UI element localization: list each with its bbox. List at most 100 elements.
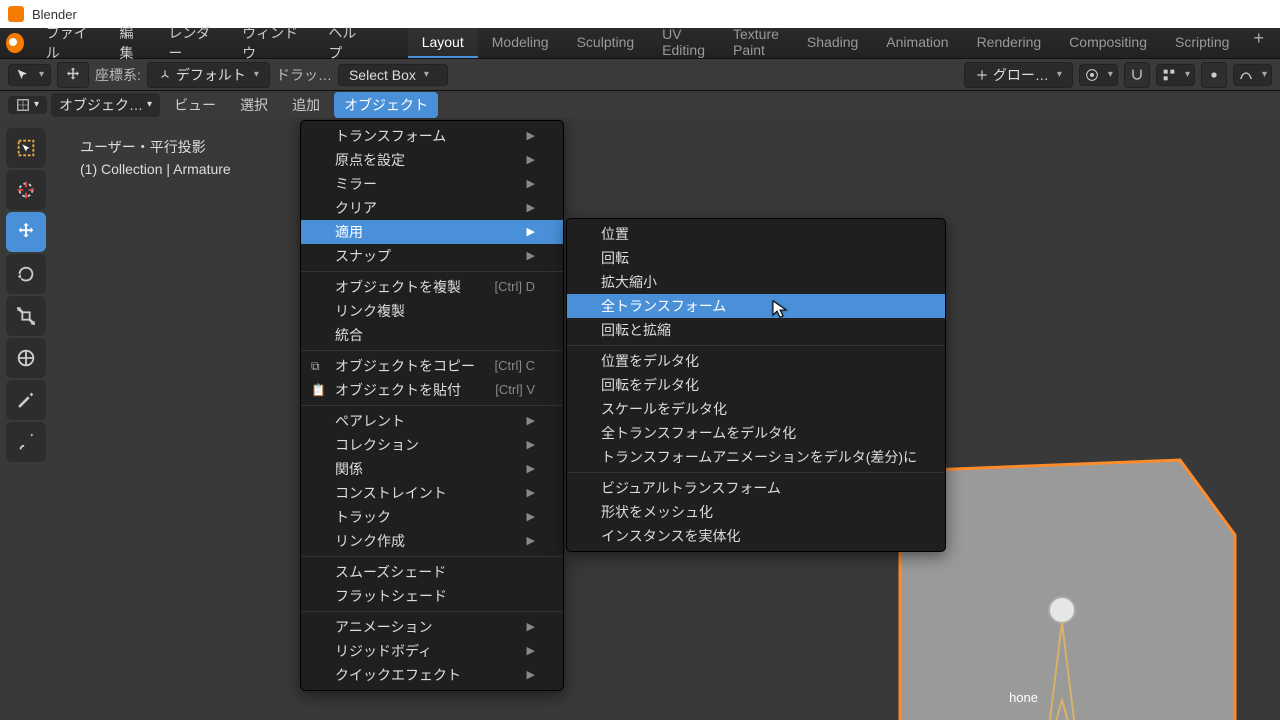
proportional-toggle[interactable] bbox=[1201, 62, 1227, 88]
tab-texture-paint[interactable]: Texture Paint bbox=[719, 28, 793, 58]
tab-animation[interactable]: Animation bbox=[872, 28, 962, 58]
menu-link-duplicate[interactable]: リンク複製 bbox=[301, 299, 563, 323]
menu-help[interactable]: ヘルプ bbox=[316, 28, 377, 58]
apply-anim-delta[interactable]: トランスフォームアニメーションをデルタ(差分)に bbox=[567, 445, 945, 469]
move-tool-icon[interactable] bbox=[57, 62, 89, 88]
menu-collection[interactable]: コレクション▶ bbox=[301, 433, 563, 457]
apply-all-transforms[interactable]: 全トランスフォーム bbox=[567, 294, 945, 318]
menu-quick-effects[interactable]: クイックエフェクト▶ bbox=[301, 663, 563, 687]
tool-transform[interactable] bbox=[6, 338, 46, 378]
tab-rendering[interactable]: Rendering bbox=[963, 28, 1056, 58]
menu-snap[interactable]: スナップ▶ bbox=[301, 244, 563, 268]
menu-track[interactable]: トラック▶ bbox=[301, 505, 563, 529]
menu-relations[interactable]: 関係▶ bbox=[301, 457, 563, 481]
tool-cursor[interactable] bbox=[6, 170, 46, 210]
orientation-dropdown[interactable]: デフォルト bbox=[147, 62, 270, 88]
menu-separator bbox=[301, 350, 563, 351]
pivot-dropdown[interactable] bbox=[1079, 64, 1118, 86]
menu-copy-objects[interactable]: ⧉オブジェクトをコピー[Ctrl] C bbox=[301, 354, 563, 378]
menu-set-origin[interactable]: 原点を設定▶ bbox=[301, 148, 563, 172]
viewport-3d[interactable]: ユーザー・平行投影 (1) Collection | Armature hone… bbox=[0, 118, 1280, 720]
menu-separator bbox=[301, 556, 563, 557]
tab-compositing[interactable]: Compositing bbox=[1055, 28, 1161, 58]
menu-paste-objects[interactable]: 📋オブジェクトを貼付[Ctrl] V bbox=[301, 378, 563, 402]
apply-visual-transform[interactable]: ビジュアルトランスフォーム bbox=[567, 476, 945, 500]
menu-constraint[interactable]: コンストレイント▶ bbox=[301, 481, 563, 505]
cursor-tool-dropdown[interactable] bbox=[8, 64, 51, 86]
header-object[interactable]: オブジェクト bbox=[334, 92, 438, 118]
menu-file[interactable]: ファイル bbox=[34, 28, 108, 58]
viewport-projection: ユーザー・平行投影 bbox=[80, 136, 231, 158]
editor-type-dropdown[interactable] bbox=[8, 96, 47, 114]
menu-shade-smooth[interactable]: スムーズシェード bbox=[301, 560, 563, 584]
tab-sculpting[interactable]: Sculpting bbox=[563, 28, 649, 58]
grid-icon bbox=[16, 98, 30, 112]
menu-separator bbox=[301, 611, 563, 612]
tab-uv-editing[interactable]: UV Editing bbox=[648, 28, 719, 58]
menu-rigid-body[interactable]: リジッドボディ▶ bbox=[301, 639, 563, 663]
orientation-value: デフォルト bbox=[176, 65, 246, 85]
mode-dropdown[interactable]: オブジェク… bbox=[51, 93, 160, 117]
menu-join[interactable]: 統合 bbox=[301, 323, 563, 347]
header-add[interactable]: 追加 bbox=[282, 92, 330, 118]
select-mode-dropdown[interactable]: Select Box bbox=[338, 64, 448, 86]
apply-all-delta[interactable]: 全トランスフォームをデルタ化 bbox=[567, 421, 945, 445]
menu-edit[interactable]: 編集 bbox=[108, 28, 157, 58]
menu-duplicate[interactable]: オブジェクトを複製[Ctrl] D bbox=[301, 275, 563, 299]
apply-rotation[interactable]: 回転 bbox=[567, 246, 945, 270]
main-menu-bar: ファイル 編集 レンダー ウィンドウ ヘルプ Layout Modeling S… bbox=[0, 28, 1280, 58]
pivot-icon bbox=[1084, 67, 1100, 83]
tab-modeling[interactable]: Modeling bbox=[478, 28, 563, 58]
apply-to-mesh[interactable]: 形状をメッシュ化 bbox=[567, 500, 945, 524]
transform-orientation-dropdown[interactable]: グロー… bbox=[964, 62, 1073, 88]
apply-make-instances-real[interactable]: インスタンスを実体化 bbox=[567, 524, 945, 548]
menu-shade-flat[interactable]: フラットシェード bbox=[301, 584, 563, 608]
viewport-collection: (1) Collection | Armature bbox=[80, 158, 231, 180]
blender-logo-icon[interactable] bbox=[6, 33, 24, 53]
apply-rotation-delta[interactable]: 回転をデルタ化 bbox=[567, 373, 945, 397]
copy-icon: ⧉ bbox=[311, 357, 320, 375]
snap-toggle[interactable] bbox=[1124, 62, 1150, 88]
apply-scale[interactable]: 拡大縮小 bbox=[567, 270, 945, 294]
apply-scale-delta[interactable]: スケールをデルタ化 bbox=[567, 397, 945, 421]
menu-mirror[interactable]: ミラー▶ bbox=[301, 172, 563, 196]
snap-grid-icon bbox=[1161, 67, 1177, 83]
menu-separator bbox=[301, 271, 563, 272]
header-view[interactable]: ビュー bbox=[164, 92, 226, 118]
viewport-header: オブジェク… ビュー 選択 追加 オブジェクト bbox=[0, 90, 1280, 118]
apply-location-delta[interactable]: 位置をデルタ化 bbox=[567, 349, 945, 373]
menu-animation[interactable]: アニメーション▶ bbox=[301, 615, 563, 639]
menu-make-link[interactable]: リンク作成▶ bbox=[301, 529, 563, 553]
header-select[interactable]: 選択 bbox=[230, 92, 278, 118]
apply-rotation-scale[interactable]: 回転と拡縮 bbox=[567, 318, 945, 342]
tab-shading[interactable]: Shading bbox=[793, 28, 872, 58]
workspace-tabs: Layout Modeling Sculpting UV Editing Tex… bbox=[408, 28, 1274, 58]
tab-scripting[interactable]: Scripting bbox=[1161, 28, 1243, 58]
menu-apply[interactable]: 適用▶ bbox=[301, 220, 563, 244]
tab-layout[interactable]: Layout bbox=[408, 28, 478, 58]
magnet-icon bbox=[1129, 67, 1145, 83]
object-context-menu: トランスフォーム▶ 原点を設定▶ ミラー▶ クリア▶ 適用▶ スナップ▶ オブジ… bbox=[300, 120, 564, 691]
app-icon bbox=[8, 6, 24, 22]
menu-clear[interactable]: クリア▶ bbox=[301, 196, 563, 220]
tool-measure[interactable] bbox=[6, 422, 46, 462]
menu-render[interactable]: レンダー bbox=[156, 28, 230, 58]
tool-rotate[interactable] bbox=[6, 254, 46, 294]
app-name: Blender bbox=[32, 7, 77, 22]
tool-annotate[interactable] bbox=[6, 380, 46, 420]
tool-scale[interactable] bbox=[6, 296, 46, 336]
tool-select-box[interactable] bbox=[6, 128, 46, 168]
tool-move[interactable] bbox=[6, 212, 46, 252]
menu-parent[interactable]: ペアレント▶ bbox=[301, 409, 563, 433]
menu-separator bbox=[567, 345, 945, 346]
add-workspace-button[interactable]: + bbox=[1243, 28, 1274, 58]
snap-dropdown[interactable] bbox=[1156, 64, 1195, 86]
bone-label: hone bbox=[1009, 690, 1038, 705]
gizmo-icon bbox=[975, 68, 989, 82]
menu-window[interactable]: ウィンドウ bbox=[230, 28, 316, 58]
proportional-icon bbox=[1206, 67, 1222, 83]
menu-transform[interactable]: トランスフォーム▶ bbox=[301, 124, 563, 148]
apply-location[interactable]: 位置 bbox=[567, 222, 945, 246]
drag-label: ドラッ… bbox=[276, 65, 332, 85]
proportional-dropdown[interactable] bbox=[1233, 64, 1272, 86]
